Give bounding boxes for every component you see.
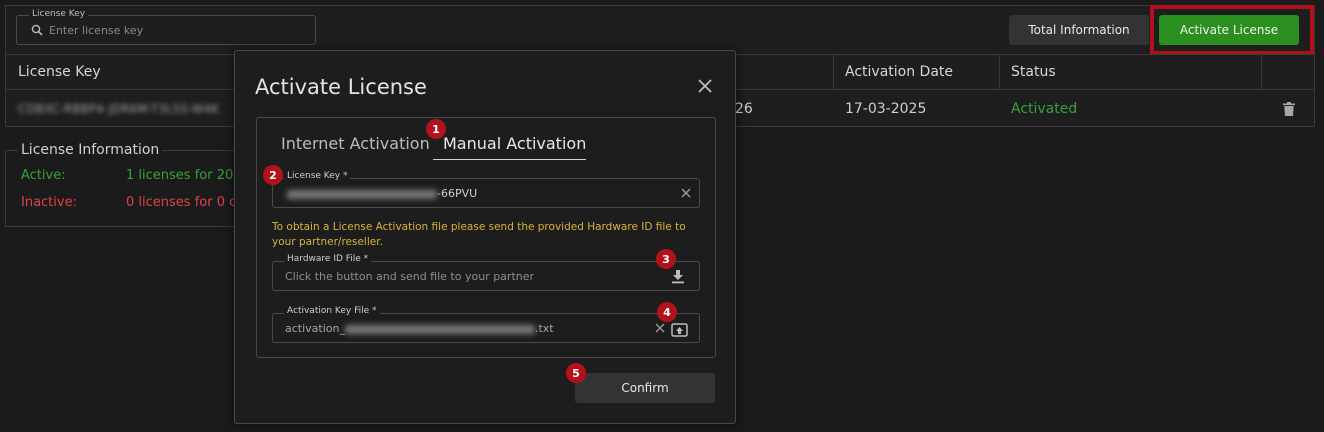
activation-date-cell: 17-03-2025 [845, 101, 927, 117]
activation-form: Internet Activation Manual Activation Li… [256, 117, 716, 358]
license-key-suffix: -66PVU [437, 187, 478, 200]
download-icon[interactable] [671, 269, 685, 284]
search-input[interactable] [49, 22, 299, 38]
column-header-status[interactable]: Status [999, 55, 1056, 90]
active-tab-indicator [433, 159, 586, 160]
activation-key-value: activation_ .txt [285, 322, 554, 335]
step-badge-1: 1 [426, 119, 446, 139]
inactive-label: Inactive: [21, 195, 77, 210]
license-key-cell: CDBXC-RBBP4-JDR6M-T3L5S-W4K [18, 102, 220, 116]
inactive-row: Inactive: 0 licenses for 0 c [21, 195, 236, 210]
confirm-button[interactable]: Confirm [575, 373, 715, 403]
inactive-value: 0 licenses for 0 c [126, 195, 237, 210]
license-key-value: -66PVU [287, 187, 477, 200]
tab-manual-activation[interactable]: Manual Activation [443, 134, 586, 153]
license-information-legend: License Information [18, 142, 163, 158]
activation-key-prefix: activation_ [285, 322, 345, 335]
hardware-id-legend: Hardware ID File * [284, 254, 372, 264]
status-cell: Activated [1011, 101, 1078, 117]
activation-key-legend: Activation Key File * [284, 306, 380, 316]
column-header-license-key[interactable]: License Key [6, 55, 101, 90]
activation-notice: To obtain a License Activation file plea… [272, 221, 686, 248]
dialog-title: Activate License [255, 75, 427, 99]
hardware-id-placeholder: Click the button and send file to your p… [285, 270, 535, 283]
total-information-button[interactable]: Total Information [1009, 15, 1149, 45]
column-header-activation-date[interactable]: Activation Date [833, 55, 953, 90]
activate-license-button[interactable]: Activate License [1159, 15, 1299, 45]
step-badge-4: 4 [657, 302, 677, 322]
license-key-search[interactable]: License Key [16, 9, 316, 45]
column-divider [1261, 55, 1262, 90]
step-badge-5: 5 [566, 363, 586, 383]
redacted-text [287, 189, 437, 199]
redacted-text [344, 324, 535, 334]
step-badge-2: 2 [263, 165, 283, 185]
active-label: Active: [21, 168, 66, 183]
active-row: Active: 1 licenses for 20 [21, 168, 233, 183]
activation-key-suffix: .txt [534, 322, 554, 335]
license-key-field[interactable]: License Key * -66PVU [272, 171, 700, 208]
search-icon [31, 24, 43, 36]
active-value: 1 licenses for 20 [126, 168, 234, 183]
activate-license-dialog: Activate License Internet Activation Man… [234, 50, 736, 424]
upload-file-icon[interactable] [671, 322, 688, 337]
close-icon[interactable] [697, 78, 713, 94]
activation-key-file-field[interactable]: Activation Key File * activation_ .txt [272, 306, 700, 343]
license-key-legend: License Key * [284, 171, 351, 181]
license-information-panel: License Information Active: 1 licenses fo… [5, 142, 245, 227]
step-badge-3: 3 [656, 249, 676, 269]
clear-icon[interactable] [681, 188, 691, 198]
trash-icon[interactable] [1283, 102, 1295, 116]
clear-icon[interactable] [655, 323, 665, 333]
hardware-id-file-field[interactable]: Hardware ID File * Click the button and … [272, 254, 700, 291]
search-legend: License Key [29, 9, 89, 19]
tab-internet-activation[interactable]: Internet Activation [281, 134, 430, 153]
